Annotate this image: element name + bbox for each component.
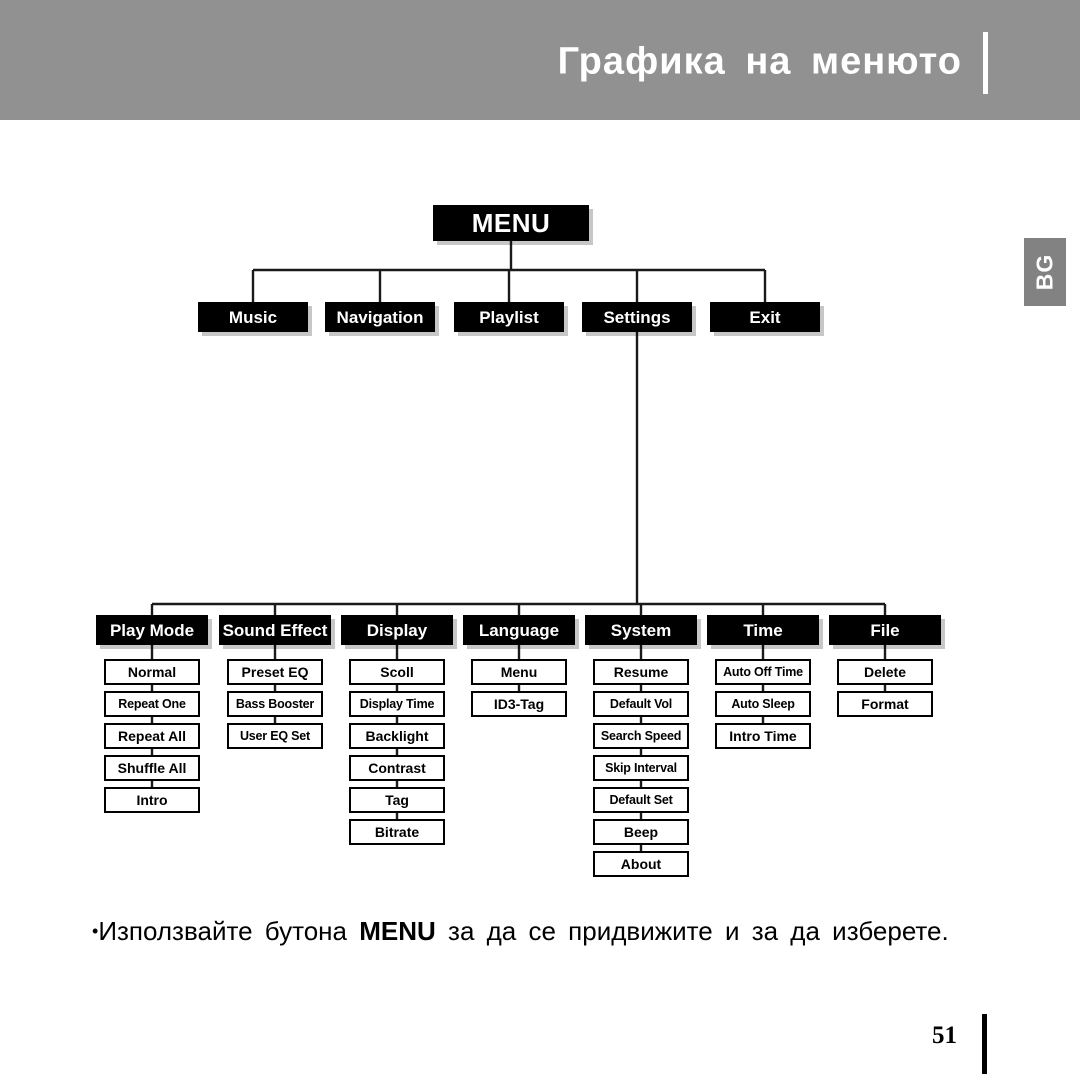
menu-leaf-skip-interval: Skip Interval [593, 755, 689, 781]
menu-leaf-scoll: Scoll [349, 659, 445, 685]
menu-node-play-mode-label: Play Mode [109, 620, 195, 640]
menu-leaf-id3-tag-label: ID3-Tag [493, 696, 545, 712]
menu-leaf-auto-sleep: Auto Sleep [715, 691, 811, 717]
caption-text-after: за да се придвижите и за да изберете. [448, 916, 949, 946]
menu-leaf-intro-time: Intro Time [715, 723, 811, 749]
header-divider-rule [983, 32, 988, 94]
menu-leaf-default-set-label: Default Set [609, 792, 673, 807]
menu-leaf-intro: Intro [104, 787, 200, 813]
menu-leaf-default-set: Default Set [593, 787, 689, 813]
menu-node-display: Display [341, 615, 453, 645]
menu-node-playlist-label: Playlist [479, 307, 539, 327]
menu-leaf-delete: Delete [837, 659, 933, 685]
menu-leaf-about: About [593, 851, 689, 877]
menu-node-music: Music [198, 302, 308, 332]
menu-leaf-shuffle-all: Shuffle All [104, 755, 200, 781]
menu-node-display-label: Display [366, 620, 428, 640]
menu-node-play-mode: Play Mode [96, 615, 208, 645]
menu-leaf-intro-label: Intro [136, 792, 168, 808]
menu-leaf-format: Format [837, 691, 933, 717]
menu-leaf-about-label: About [620, 856, 662, 872]
menu-node-exit: Exit [710, 302, 820, 332]
menu-node-settings: Settings [582, 302, 692, 332]
page-header-bar: Графика на менюто [0, 0, 1080, 120]
menu-leaf-format-label: Format [861, 696, 909, 712]
menu-leaf-preset-eq: Preset EQ [227, 659, 323, 685]
instruction-caption: •Използвайте бутона MENU за да се придви… [92, 914, 972, 949]
menu-leaf-repeat-all: Repeat All [104, 723, 200, 749]
menu-node-language-label: Language [478, 620, 560, 640]
menu-leaf-resume: Resume [593, 659, 689, 685]
menu-leaf-search-speed-label: Search Speed [600, 728, 682, 743]
menu-leaf-id3-tag: ID3-Tag [471, 691, 567, 717]
menu-leaf-preset-eq-label: Preset EQ [241, 664, 309, 680]
footer-divider-rule [982, 1014, 987, 1074]
menu-node-system-label: System [610, 620, 672, 640]
menu-leaf-contrast-label: Contrast [368, 760, 426, 776]
menu-node-file-label: File [870, 620, 900, 640]
menu-leaf-intro-time-label: Intro Time [729, 728, 797, 744]
menu-node-time: Time [707, 615, 819, 645]
menu-leaf-skip-interval-label: Skip Interval [605, 760, 677, 775]
page-title: Графика на менюто [557, 40, 962, 83]
menu-root-node-label: MENU [471, 208, 551, 238]
menu-node-exit-label: Exit [749, 307, 781, 327]
menu-node-sound-effect-label: Sound Effect [222, 620, 328, 640]
menu-leaf-backlight: Backlight [349, 723, 445, 749]
menu-leaf-search-speed: Search Speed [593, 723, 689, 749]
caption-text-before: Използвайте бутона [98, 916, 347, 946]
menu-leaf-contrast: Contrast [349, 755, 445, 781]
caption-menu-emphasis: MENU [359, 916, 436, 946]
menu-leaf-default-vol-label: Default Vol [609, 696, 673, 711]
menu-leaf-menu: Menu [471, 659, 567, 685]
menu-leaf-auto-off-time: Auto Off Time [715, 659, 811, 685]
menu-leaf-normal: Normal [104, 659, 200, 685]
menu-leaf-delete-label: Delete [863, 664, 907, 680]
menu-node-settings-label: Settings [603, 307, 671, 327]
menu-leaf-bitrate: Bitrate [349, 819, 445, 845]
menu-leaf-bitrate-label: Bitrate [374, 824, 420, 840]
menu-node-playlist: Playlist [454, 302, 564, 332]
menu-node-time-label: Time [743, 620, 783, 640]
menu-leaf-normal-label: Normal [127, 664, 177, 680]
menu-leaf-auto-sleep-label: Auto Sleep [731, 696, 795, 711]
menu-leaf-tag-label: Tag [385, 792, 409, 808]
menu-leaf-resume-label: Resume [613, 664, 669, 680]
menu-node-system: System [585, 615, 697, 645]
menu-leaf-user-eq-set-label: User EQ Set [239, 728, 311, 743]
menu-leaf-repeat-all-label: Repeat All [118, 728, 186, 744]
menu-leaf-auto-off-time-label: Auto Off Time [723, 664, 803, 679]
menu-leaf-display-time-label: Display Time [359, 696, 435, 711]
menu-leaf-beep-label: Beep [623, 824, 659, 840]
menu-node-language: Language [463, 615, 575, 645]
menu-leaf-scoll-label: Scoll [380, 664, 414, 680]
menu-leaf-menu-label: Menu [500, 664, 538, 680]
menu-leaf-display-time: Display Time [349, 691, 445, 717]
menu-leaf-repeat-one-label: Repeat One [118, 696, 186, 711]
menu-leaf-repeat-one: Repeat One [104, 691, 200, 717]
menu-node-sound-effect: Sound Effect [219, 615, 331, 645]
menu-tree-diagram: MENU Music Navigation Playlist Settings Exit P… [0, 120, 1080, 890]
menu-leaf-shuffle-all-label: Shuffle All [117, 760, 187, 776]
menu-leaf-bass-booster: Bass Booster [227, 691, 323, 717]
menu-node-navigation: Navigation [325, 302, 435, 332]
menu-node-music-label: Music [228, 307, 278, 327]
menu-leaf-backlight-label: Backlight [365, 728, 429, 744]
menu-leaf-beep: Beep [593, 819, 689, 845]
menu-leaf-tag: Tag [349, 787, 445, 813]
menu-leaf-bass-booster-label: Bass Booster [235, 696, 315, 711]
page-number: 51 [932, 1022, 957, 1049]
menu-node-navigation-label: Navigation [336, 307, 424, 327]
menu-root-node: MENU [433, 205, 589, 241]
menu-node-file: File [829, 615, 941, 645]
menu-leaf-user-eq-set: User EQ Set [227, 723, 323, 749]
menu-leaf-default-vol: Default Vol [593, 691, 689, 717]
